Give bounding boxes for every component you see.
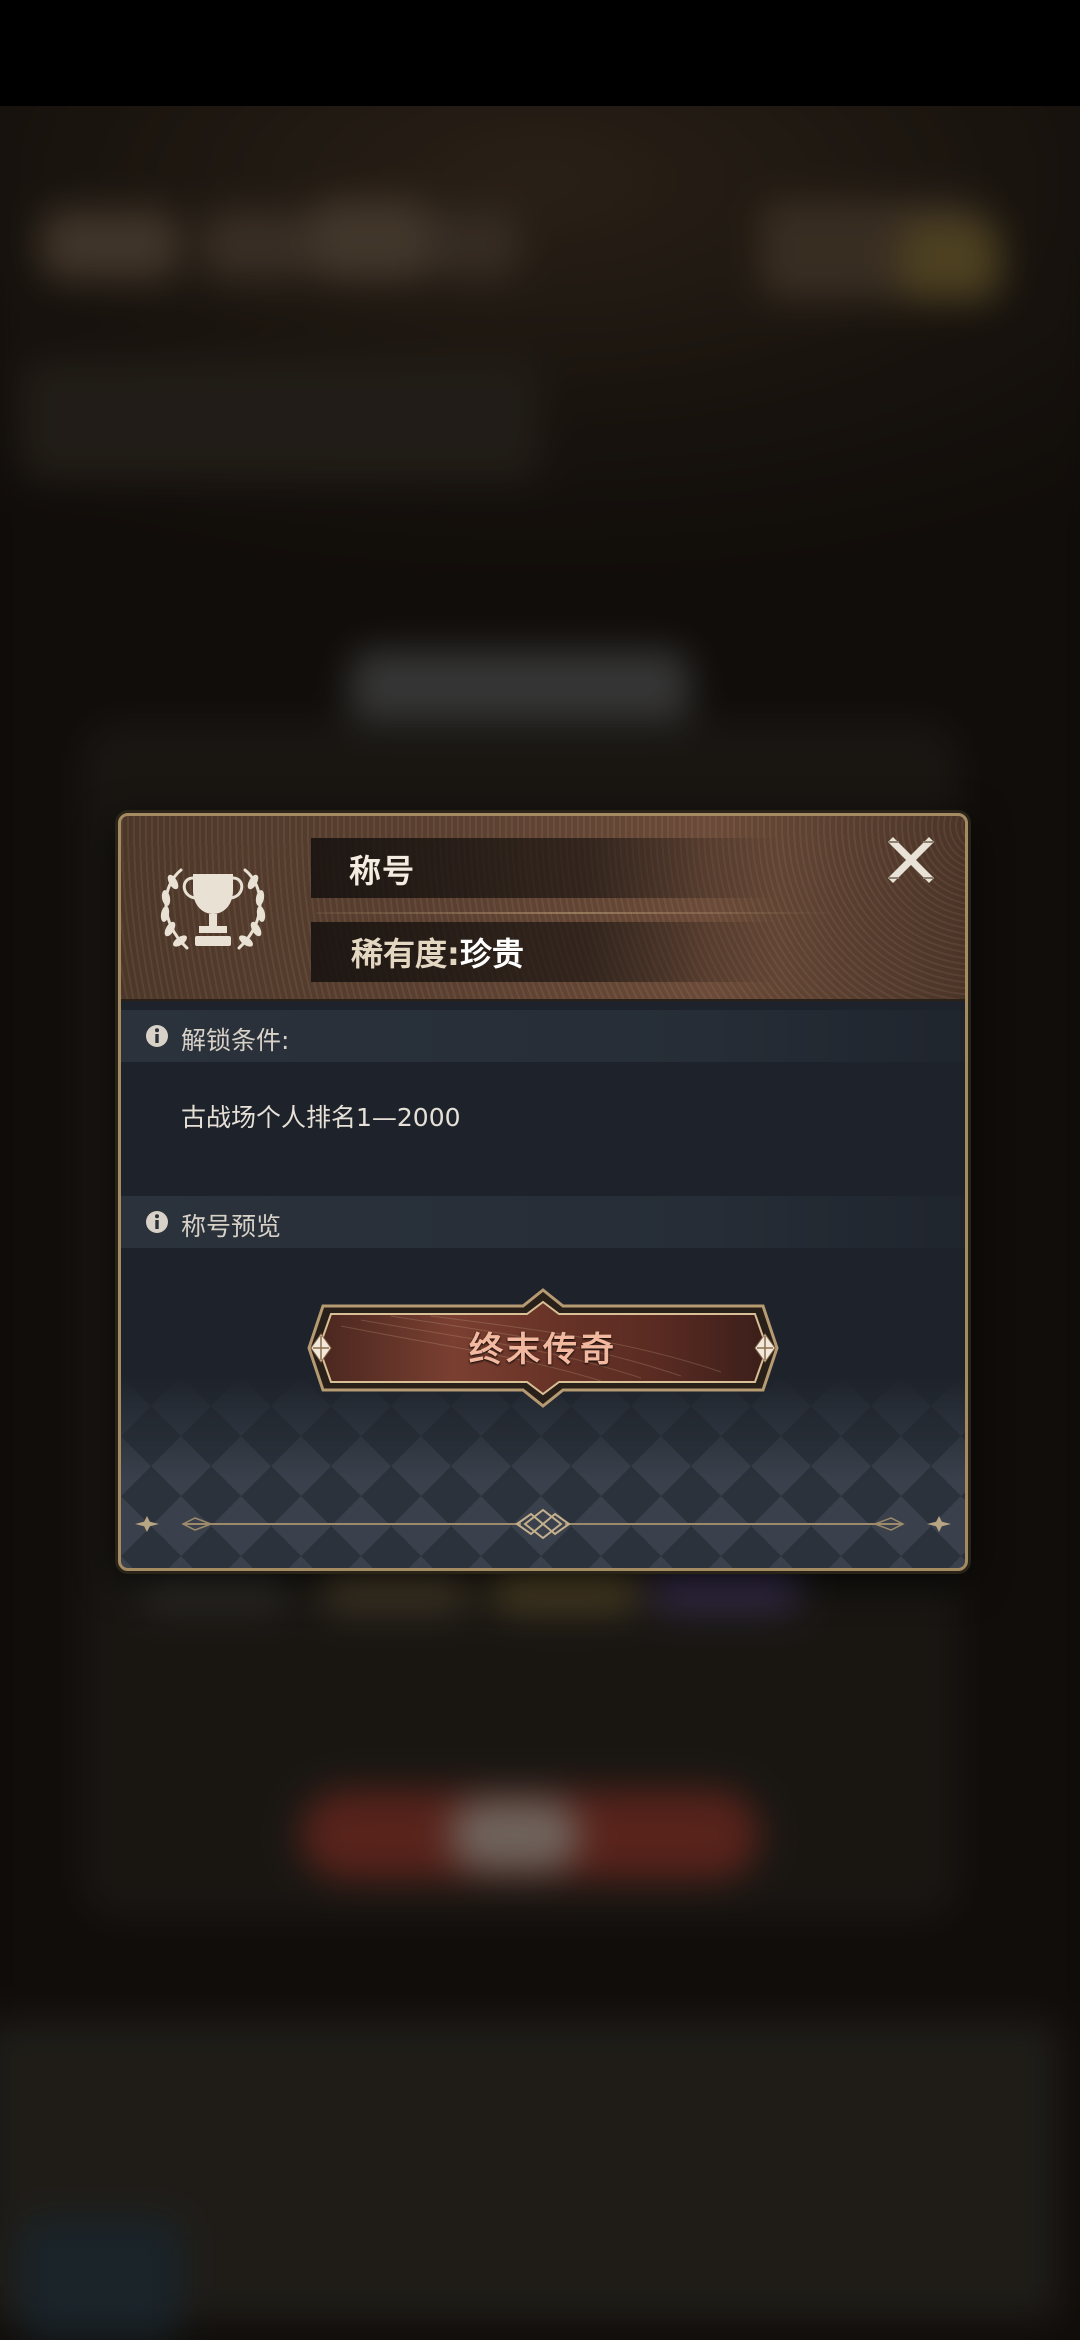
preview-section-header: 称号预览	[121, 1196, 965, 1248]
corner-ornament	[121, 816, 143, 838]
title-name-text: 终末传奇	[469, 1330, 617, 1370]
corner-ornament	[121, 1546, 143, 1568]
rarity-value: 珍贵	[459, 935, 524, 973]
corner-ornament	[943, 816, 965, 838]
unlock-condition-text: 古战场个人排名1—2000	[181, 1103, 461, 1132]
title-name-plate: 终末传奇	[301, 1286, 785, 1410]
header-divider	[316, 912, 836, 914]
bottom-ornament	[135, 1508, 951, 1540]
info-icon	[146, 1211, 168, 1233]
trophy-laurel-icon	[160, 868, 266, 950]
rarity-row: 稀有度:珍贵	[351, 929, 524, 975]
preview-section-label: 称号预览	[181, 1212, 282, 1241]
unlock-section-header: 解锁条件:	[121, 1010, 965, 1062]
rarity-label: 稀有度:	[351, 935, 460, 973]
info-icon	[146, 1025, 168, 1047]
title-detail-dialog: 称号 稀有度:珍贵 解锁条件: 古战场个人排名1—2000 称号预览 终末传奇	[118, 813, 968, 1571]
unlock-section-label: 解锁条件:	[181, 1026, 290, 1055]
corner-ornament	[943, 1546, 965, 1568]
status-bar	[0, 0, 1080, 106]
close-button[interactable]	[883, 832, 939, 888]
dialog-header: 称号 稀有度:珍贵	[121, 816, 965, 1001]
dialog-title: 称号	[349, 852, 416, 890]
